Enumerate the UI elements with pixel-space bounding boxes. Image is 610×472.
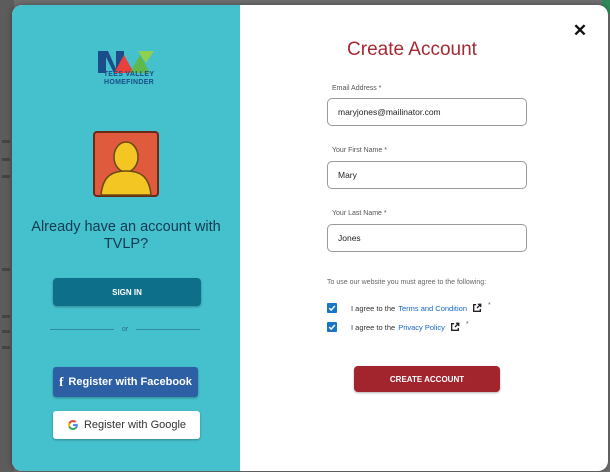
divider-line-right xyxy=(136,328,201,330)
or-label: or xyxy=(121,325,129,333)
privacy-checkbox[interactable] xyxy=(327,322,337,332)
first-name-label: Your First Name * xyxy=(332,147,387,154)
terms-checkbox[interactable] xyxy=(327,303,337,313)
register-google-button[interactable]: Register with Google xyxy=(53,411,200,439)
facebook-icon: f xyxy=(59,374,64,389)
register-facebook-label: Register with Facebook xyxy=(68,376,192,388)
terms-prefix: I agree to the xyxy=(351,303,396,313)
external-link-icon[interactable] xyxy=(472,303,482,313)
terms-required-mark: * xyxy=(488,301,491,309)
or-divider: or xyxy=(50,323,201,335)
last-name-label: Your Last Name * xyxy=(332,210,387,217)
last-name-input[interactable] xyxy=(327,224,527,252)
terms-link[interactable]: Terms and Condition xyxy=(398,304,467,313)
email-label: Email Address * xyxy=(332,85,382,92)
agree-intro: To use our website you must agree to the… xyxy=(327,279,487,286)
privacy-row: I agree to the Privacy Policy * xyxy=(327,321,469,333)
external-link-icon[interactable] xyxy=(450,322,460,332)
first-name-input[interactable] xyxy=(327,161,527,189)
close-icon[interactable]: ✕ xyxy=(572,22,588,39)
divider-line-left xyxy=(50,328,114,330)
register-facebook-button[interactable]: f Register with Facebook xyxy=(53,367,198,397)
signin-prompt: Already have an account with TVLP? xyxy=(31,219,221,252)
logo-text: TEES VALLEY HOMEFINDER xyxy=(80,71,178,87)
google-icon xyxy=(67,420,78,430)
terms-row: I agree to the Terms and Condition * xyxy=(327,302,491,314)
logo-line-1: TEES VALLEY xyxy=(103,71,155,78)
checkmark-icon xyxy=(328,305,336,312)
privacy-prefix: I agree to the xyxy=(351,322,396,332)
logo-line-2: HOMEFINDER xyxy=(103,79,155,86)
user-avatar-icon xyxy=(93,131,159,197)
register-google-label: Register with Google xyxy=(83,419,187,431)
sign-in-button[interactable]: SIGN IN xyxy=(53,278,201,306)
checkmark-icon xyxy=(328,324,336,331)
create-account-button[interactable]: CREATE ACCOUNT xyxy=(354,366,500,392)
privacy-link[interactable]: Privacy Policy xyxy=(398,323,445,332)
email-input[interactable] xyxy=(327,98,527,126)
create-account-modal: TEES VALLEY HOMEFINDER Already have an a… xyxy=(12,5,608,471)
privacy-required-mark: * xyxy=(465,320,469,328)
form-title: Create Account xyxy=(347,39,477,60)
signin-panel: TEES VALLEY HOMEFINDER Already have an a… xyxy=(12,5,240,471)
